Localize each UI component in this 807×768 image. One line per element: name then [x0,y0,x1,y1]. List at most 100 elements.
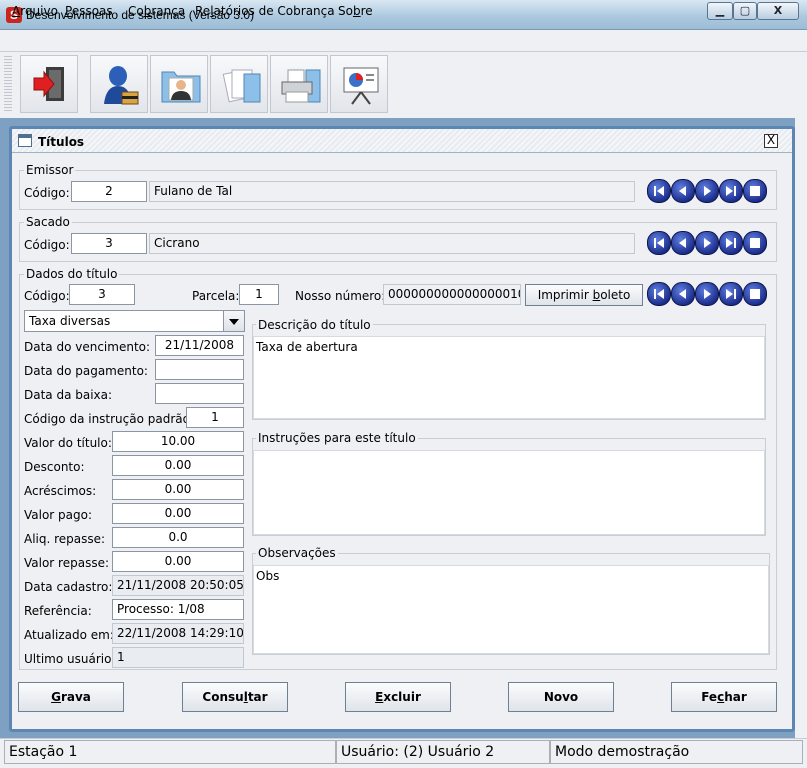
last-icon [726,238,736,248]
grava-mnemonic: G [51,690,61,704]
titulo-prev-button[interactable] [671,282,695,306]
valor-repasse-input[interactable]: 0.00 [112,551,244,572]
valor-pago-input[interactable]: 0.00 [112,503,244,524]
emissor-stop-button[interactable] [743,179,767,203]
nosso-numero-label: Nosso número: [295,289,386,303]
consultar-label-a: Consu [202,690,244,704]
ultimo-usuario-field: 1 [112,647,244,668]
maximize-icon: ▢ [739,4,751,17]
sacado-next-button[interactable] [695,231,719,255]
observacoes-textarea[interactable]: Obs [253,565,769,654]
titulo-codigo-input[interactable]: 3 [69,284,135,305]
next-icon [704,289,711,299]
user-admin-icon [104,66,139,105]
referencia-input[interactable]: Processo: 1/08 [112,599,244,620]
acrescimos-input[interactable]: 0.00 [112,479,244,500]
status-modo: Modo demostração [550,740,803,764]
toolbar-about-button[interactable] [330,55,388,113]
first-icon [654,186,664,196]
emissor-codigo-input[interactable]: 2 [71,181,147,202]
prev-icon [679,238,686,248]
emissor-first-button[interactable] [647,179,671,203]
menu-relatorios-cobranca[interactable]: Relatórios de Cobrança [195,4,335,18]
consultar-button[interactable]: Consultar [182,682,288,712]
imprimir-boleto-button[interactable]: Imprimir boleto [525,284,643,306]
toolbar-titles-button[interactable] [210,55,268,113]
imprimir-label-a: Imprimir [537,288,593,302]
status-usuario: Usuário: (2) Usuário 2 [336,740,550,764]
imprimir-label-c: oleto [600,288,631,302]
chevron-down-icon[interactable] [223,311,244,331]
documents-icon [222,69,261,103]
prev-icon [679,289,686,299]
instrucoes-textarea[interactable] [253,450,765,535]
first-icon [654,289,664,299]
desconto-input[interactable]: 0.00 [112,455,244,476]
presentation-chart-icon [343,67,379,105]
status-estacao: Estação 1 [4,740,336,764]
titulos-title-bar[interactable] [12,129,792,153]
emissor-legend: Emissor [24,163,76,177]
instrucao-padrao-input[interactable]: 1 [186,407,244,428]
sacado-nome-field: Cicrano [149,233,635,254]
close-button[interactable]: X [757,2,799,20]
emissor-next-button[interactable] [695,179,719,203]
sacado-legend: Sacado [24,215,72,229]
maximize-button[interactable]: ▢ [733,2,757,20]
vertical-scrollbar[interactable] [795,118,807,738]
sacado-codigo-input[interactable]: 3 [71,233,147,254]
data-baixa-input[interactable] [155,383,244,404]
aliq-repasse-input[interactable]: 0.0 [112,527,244,548]
fechar-button[interactable]: Fechar [671,682,777,712]
titulo-first-button[interactable] [647,282,671,306]
prev-icon [679,186,686,196]
emissor-codigo-label: Código: [24,186,70,200]
menu-bar [0,30,807,52]
stop-icon [750,238,760,248]
emissor-last-button[interactable] [719,179,743,203]
valor-pago-label: Valor pago: [24,508,93,522]
data-pagamento-input[interactable] [155,359,244,380]
menu-sobre[interactable]: Sobre [338,4,373,18]
instrucoes-legend: Instruções para este título [256,431,418,445]
atualizado-field: 22/11/2008 14:29:10 [112,623,244,644]
toolbar-clients-button[interactable] [150,55,208,113]
grava-button[interactable]: Grava [18,682,124,712]
titulo-stop-button[interactable] [743,282,767,306]
parcela-input[interactable]: 1 [239,284,279,305]
toolbar-grip[interactable] [4,56,12,112]
novo-button[interactable]: Novo [508,682,614,712]
excluir-label: xcluir [383,690,421,704]
tipo-titulo-select[interactable]: Taxa diversas [24,310,245,332]
user-folder-icon [161,71,201,103]
fechar-label-a: Fe [701,690,718,704]
minimize-icon: ▁ [715,4,725,17]
toolbar-exit-button[interactable] [20,55,78,113]
minimize-button[interactable]: ▁ [707,2,733,20]
sacado-last-button[interactable] [719,231,743,255]
titulos-close-button[interactable]: X [764,134,778,148]
fechar-label-c: har [724,690,747,704]
emissor-nome-field: Fulano de Tal [149,181,635,202]
excluir-button[interactable]: Excluir [345,682,451,712]
aliq-repasse-label: Aliq. repasse: [24,532,106,546]
menu-cobranca[interactable]: Cobrança [128,4,185,18]
consultar-label-c: tar [247,690,268,704]
data-vencimento-input[interactable]: 21/11/2008 [155,335,244,356]
toolbar-reports-button[interactable] [270,55,328,113]
titulo-next-button[interactable] [695,282,719,306]
toolbar-users-button[interactable] [90,55,148,113]
descricao-textarea[interactable]: Taxa de abertura [253,336,765,419]
menu-arquivo[interactable]: Arquivo [12,4,58,18]
sacado-stop-button[interactable] [743,231,767,255]
sacado-first-button[interactable] [647,231,671,255]
titulo-last-button[interactable] [719,282,743,306]
close-icon: X [773,4,783,17]
sacado-prev-button[interactable] [671,231,695,255]
valor-titulo-input[interactable]: 10.00 [112,431,244,452]
last-icon [726,186,736,196]
referencia-label: Referência: [24,604,92,618]
menu-pessoas[interactable]: Pessoas [65,4,113,18]
emissor-prev-button[interactable] [671,179,695,203]
titulo-codigo-label: Código: [24,289,70,303]
